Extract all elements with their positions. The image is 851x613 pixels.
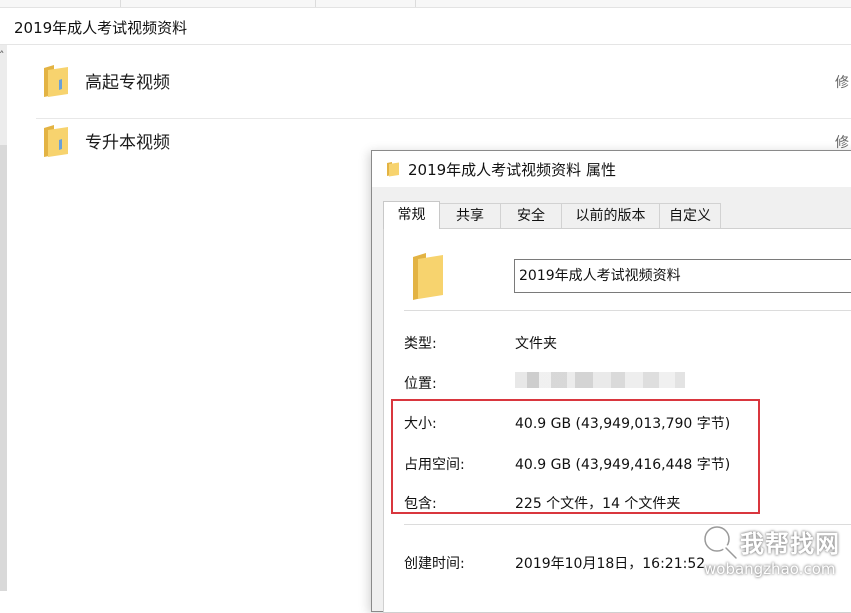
tab-security[interactable]: 安全 bbox=[500, 203, 562, 228]
separator bbox=[404, 310, 851, 311]
modified-column: 修 bbox=[835, 75, 849, 91]
tab-customize[interactable]: 自定义 bbox=[659, 203, 721, 228]
tab-previous-versions[interactable]: 以前的版本 bbox=[561, 203, 660, 228]
folder-name-input[interactable] bbox=[515, 260, 851, 290]
watermark: 我帮找网 wobangzhao.com bbox=[700, 520, 851, 591]
highlight-box bbox=[391, 399, 760, 514]
column-separator bbox=[315, 0, 316, 7]
dialog-title: 2019年成人考试视频资料 属性 bbox=[408, 161, 616, 179]
type-value: 文件夹 bbox=[515, 336, 557, 352]
created-value: 2019年10月18日，16:21:52 bbox=[515, 556, 706, 572]
watermark-text-cn: 我帮找网 bbox=[740, 530, 840, 558]
navigation-scrollbar[interactable] bbox=[0, 145, 7, 591]
window-top-strip bbox=[0, 0, 851, 8]
address-bar[interactable]: 2019年成人考试视频资料 bbox=[0, 8, 851, 45]
folder-row-gaoqizhuan[interactable]: 高起专视频 修 bbox=[36, 58, 851, 116]
folder-name[interactable]: 高起专视频 bbox=[85, 68, 170, 93]
folder-icon bbox=[42, 124, 70, 162]
large-folder-icon bbox=[411, 251, 445, 305]
column-separator bbox=[415, 0, 416, 7]
chevron-up-icon[interactable]: ˄ bbox=[0, 49, 5, 62]
type-label: 类型: bbox=[404, 336, 437, 352]
column-separator bbox=[120, 0, 121, 7]
tab-sharing[interactable]: 共享 bbox=[439, 203, 501, 228]
watermark-text-en: wobangzhao.com bbox=[704, 560, 836, 578]
dialog-titlebar[interactable]: 2019年成人考试视频资料 属性 bbox=[372, 151, 851, 187]
created-label: 创建时间: bbox=[404, 556, 465, 572]
folder-name-field[interactable] bbox=[514, 259, 851, 293]
tab-general[interactable]: 常规 bbox=[383, 201, 440, 229]
location-label: 位置: bbox=[404, 376, 437, 392]
folder-name[interactable]: 专升本视频 bbox=[85, 128, 170, 153]
location-value-blurred bbox=[515, 372, 685, 388]
folder-icon bbox=[386, 161, 400, 181]
modified-column: 修 bbox=[835, 135, 849, 151]
folder-icon bbox=[42, 64, 70, 102]
address-path[interactable]: 2019年成人考试视频资料 bbox=[14, 17, 187, 38]
navigation-pane: ˄ bbox=[0, 45, 7, 591]
